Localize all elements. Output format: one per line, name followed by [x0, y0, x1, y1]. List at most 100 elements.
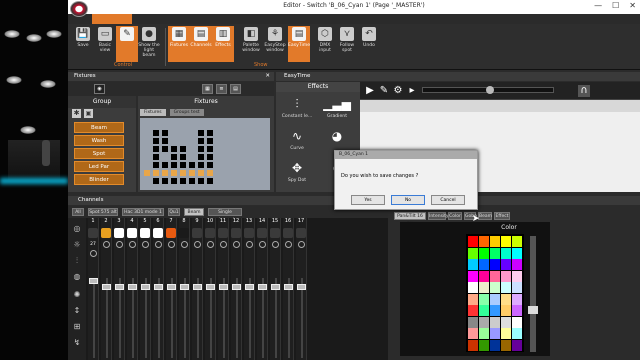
step-icon[interactable]: ▸	[406, 85, 418, 97]
color-slider-track[interactable]	[530, 236, 536, 352]
color-swatch[interactable]	[490, 259, 500, 270]
effect-gradient[interactable]: ▁▃▅ Gradient	[318, 96, 356, 119]
channel-feature-icon[interactable]	[231, 228, 241, 238]
ribbon-button-1[interactable]: ▭ Basic view	[94, 26, 116, 62]
fixture-cell-selected[interactable]	[198, 170, 204, 176]
fixture-cell[interactable]	[153, 162, 159, 168]
channel-fader-thumb[interactable]	[154, 284, 163, 290]
channel-tab[interactable]: Hac 3D1 mode 1	[122, 208, 164, 216]
group-edit-icon[interactable]: ▣	[84, 109, 93, 118]
channel-feature-icon[interactable]	[88, 228, 98, 238]
color-swatch[interactable]	[501, 247, 511, 259]
fixture-cell[interactable]	[171, 154, 177, 160]
color-palette-icon[interactable]: ◍	[72, 272, 82, 282]
ribbon-button-10[interactable]: ⬡ DMX input	[314, 26, 336, 62]
fixture-cell[interactable]	[198, 162, 204, 168]
channel-fader-thumb[interactable]	[232, 284, 241, 290]
channel-fader-track[interactable]	[301, 278, 303, 358]
channel-fader-track[interactable]	[288, 278, 290, 358]
color-swatch[interactable]	[490, 316, 500, 328]
fixture-cell[interactable]	[153, 146, 159, 152]
channel-knob[interactable]	[193, 241, 201, 248]
color-swatch[interactable]	[490, 282, 500, 293]
color-swatch[interactable]	[479, 259, 489, 270]
color-swatch[interactable]	[468, 316, 478, 328]
channel-feature-icon[interactable]	[296, 228, 306, 238]
fixture-cell[interactable]	[207, 162, 213, 168]
fixture-cell-selected[interactable]	[207, 170, 213, 176]
channel-knob[interactable]	[167, 241, 175, 248]
channel-feature-icon[interactable]	[127, 228, 137, 238]
channel-fader-thumb[interactable]	[284, 284, 293, 290]
effect-curve[interactable]: ∿ Curve	[278, 128, 316, 151]
color-swatch[interactable]	[479, 236, 489, 247]
channel-fader-thumb[interactable]	[89, 278, 98, 284]
channel-fader-thumb[interactable]	[297, 284, 306, 290]
color-wheel-icon[interactable]: ◎	[72, 224, 82, 234]
ribbon-button-8[interactable]: ⚘ EasyStep window	[264, 26, 286, 62]
color-swatch[interactable]	[512, 270, 522, 282]
color-swatch[interactable]	[479, 293, 489, 305]
close-icon[interactable]: ✕	[629, 1, 636, 10]
channel-fader-track[interactable]	[184, 278, 186, 358]
group-button[interactable]: Beam	[74, 122, 124, 133]
channel-fader-thumb[interactable]	[258, 284, 267, 290]
color-swatch[interactable]	[479, 270, 489, 282]
channel-tab[interactable]: Beam	[184, 208, 204, 216]
bulb-icon[interactable]: ☼	[72, 240, 82, 250]
effect-palette[interactable]: ◕	[318, 128, 356, 146]
channel-feature-icon[interactable]	[166, 228, 176, 238]
color-swatch[interactable]	[501, 282, 511, 293]
color-swatch[interactable]	[501, 316, 511, 328]
color-swatch[interactable]	[490, 293, 500, 305]
feature-tab[interactable]: Color	[448, 212, 462, 220]
channel-feature-icon[interactable]	[205, 228, 215, 238]
channel-knob[interactable]	[180, 241, 188, 248]
channel-fader-track[interactable]	[132, 278, 134, 358]
grid-view-icon[interactable]: ▦	[202, 84, 213, 94]
channel-knob[interactable]	[284, 241, 292, 248]
channel-knob[interactable]	[271, 241, 279, 248]
color-swatch[interactable]	[468, 236, 478, 247]
fixture-cell[interactable]	[153, 138, 159, 144]
color-slider-thumb[interactable]	[528, 306, 538, 314]
channel-fader-track[interactable]	[145, 278, 147, 358]
fixture-cell[interactable]	[171, 162, 177, 168]
channel-feature-icon[interactable]	[283, 228, 293, 238]
effect-spy-dot[interactable]: ✥ Spy Dot	[278, 160, 316, 183]
channel-tab[interactable]: Spot 575 alt	[88, 208, 118, 216]
channel-feature-icon[interactable]	[218, 228, 228, 238]
fixture-cell[interactable]	[162, 130, 168, 136]
group-button[interactable]: Wash	[74, 135, 124, 146]
settings-icon[interactable]: ⚙	[392, 85, 404, 97]
fixture-cell[interactable]	[198, 178, 204, 184]
pan-tilt-icon[interactable]: ↕	[72, 306, 82, 316]
color-swatch[interactable]	[490, 270, 500, 282]
channel-tab[interactable]: Single channel	[208, 208, 242, 223]
color-swatch[interactable]	[468, 339, 478, 351]
group-button[interactable]: Spot	[74, 148, 124, 159]
channel-tab[interactable]: Qu1	[168, 208, 180, 216]
ribbon-button-2[interactable]: ✎	[116, 26, 138, 62]
channel-fader-thumb[interactable]	[167, 284, 176, 290]
color-swatch[interactable]	[479, 316, 489, 328]
maximize-icon[interactable]: ☐	[612, 1, 619, 10]
color-swatch[interactable]	[512, 339, 522, 351]
channel-fader-track[interactable]	[197, 278, 199, 358]
color-swatch[interactable]	[490, 305, 500, 316]
fixture-cell[interactable]	[162, 162, 168, 168]
color-swatch[interactable]	[512, 247, 522, 259]
channel-knob[interactable]	[154, 241, 162, 248]
color-swatch[interactable]	[512, 328, 522, 339]
channel-knob[interactable]	[219, 241, 227, 248]
channel-fader-thumb[interactable]	[206, 284, 215, 290]
fixture-cell[interactable]	[198, 154, 204, 160]
channel-fader-track[interactable]	[275, 278, 277, 358]
channel-fader-thumb[interactable]	[193, 284, 202, 290]
channel-fader-track[interactable]	[210, 278, 212, 358]
color-swatch[interactable]	[468, 328, 478, 339]
channel-fader-track[interactable]	[249, 278, 251, 358]
channel-knob[interactable]	[115, 241, 123, 248]
fixture-cell[interactable]	[207, 178, 213, 184]
color-swatch[interactable]	[468, 282, 478, 293]
